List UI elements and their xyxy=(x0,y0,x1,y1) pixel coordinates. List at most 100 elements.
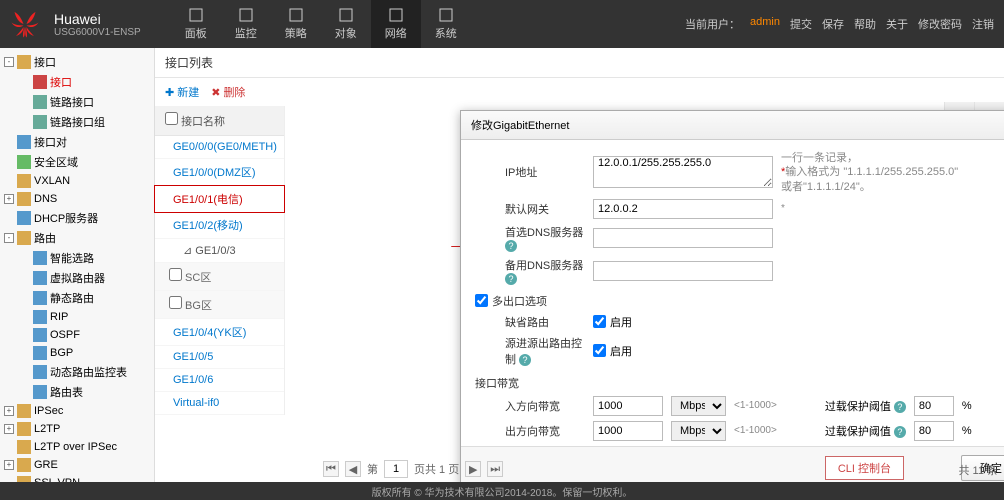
tree-DHCP服务器[interactable]: DHCP服务器 xyxy=(0,208,154,228)
label-dns2: 备用DNS服务器 ? xyxy=(475,257,585,285)
ip-input[interactable]: 12.0.0.1/255.255.255.0 xyxy=(593,156,773,188)
iface-row[interactable]: GE0/0/0(GE0/METH) xyxy=(155,136,284,159)
folder-icon xyxy=(17,174,31,188)
toplink-提交[interactable]: 提交 xyxy=(790,16,812,32)
left-sidebar[interactable]: -接口接口链路接口链路接口组接口对安全区域VXLAN+DNSDHCP服务器-路由… xyxy=(0,48,155,500)
tree-动态路由监控表[interactable]: 动态路由监控表 xyxy=(0,362,154,382)
cli-console-button[interactable]: CLI 控制台 xyxy=(825,456,904,480)
help-icon[interactable]: ? xyxy=(894,401,906,413)
net-icon xyxy=(33,271,47,285)
label-dns1: 首选DNS服务器 ? xyxy=(475,224,585,252)
folder-icon xyxy=(17,192,31,206)
label-in-thresh: 过载保护阈值 ? xyxy=(825,398,906,414)
nav-网络[interactable]: 网络 xyxy=(371,0,421,48)
out-thresh-input[interactable] xyxy=(914,421,954,441)
content-area: 接口列表 ✚ 新建 ✖ 删除 接口名称 GE0/0/0(GE0/METH)GE1… xyxy=(155,48,1004,500)
tree-路由[interactable]: -路由 xyxy=(0,228,154,248)
tree-链路接口[interactable]: 链路接口 xyxy=(0,92,154,112)
label-out-thresh: 过载保护阈值 ? xyxy=(825,423,906,439)
dns2-input[interactable] xyxy=(593,261,773,281)
page-input[interactable] xyxy=(384,460,408,478)
brand-name: Huawei xyxy=(54,11,141,27)
help-icon[interactable]: ? xyxy=(519,354,531,366)
page-prev-icon[interactable]: ◀ xyxy=(345,461,361,477)
page-first-icon[interactable]: ⏮ xyxy=(323,461,339,477)
iface-row[interactable]: GE1/0/4(YK区) xyxy=(155,319,284,346)
iface-row[interactable]: BG区 xyxy=(155,291,284,319)
tree-VXLAN[interactable]: VXLAN xyxy=(0,172,154,190)
label-out-bw: 出方向带宽 xyxy=(475,423,585,439)
tree-L2TP[interactable]: +L2TP xyxy=(0,420,154,438)
folder-icon xyxy=(17,440,31,454)
brand-model: USG6000V1-ENSP xyxy=(54,27,141,38)
pager: ⏮ ◀ 第 页共 1 页 ▶ ⏭ xyxy=(323,460,503,478)
iface-row[interactable]: GE1/0/2(移动) xyxy=(155,212,284,239)
nav-策略[interactable]: 策略 xyxy=(271,0,321,48)
iface-row[interactable]: SC区 xyxy=(155,263,284,291)
nav-对象[interactable]: 对象 xyxy=(321,0,371,48)
label-gateway: 默认网关 xyxy=(475,201,585,217)
tree-安全区域[interactable]: 安全区域 xyxy=(0,152,154,172)
link-icon xyxy=(33,95,47,109)
toplink-保存[interactable]: 保存 xyxy=(822,16,844,32)
toplink-关于[interactable]: 关于 xyxy=(886,16,908,32)
tree-GRE[interactable]: +GRE xyxy=(0,456,154,474)
in-bw-unit[interactable]: Mbps xyxy=(671,396,726,416)
tree-虚拟路由器[interactable]: 虚拟路由器 xyxy=(0,268,154,288)
row-count: 共 11 条 xyxy=(958,462,998,478)
huawei-logo-icon xyxy=(0,0,50,48)
current-user-label: 当前用户： xyxy=(685,16,740,32)
tree-接口[interactable]: 接口 xyxy=(0,72,154,92)
tree-BGP[interactable]: BGP xyxy=(0,344,154,362)
tree-静态路由[interactable]: 静态路由 xyxy=(0,288,154,308)
delete-button[interactable]: ✖ 删除 xyxy=(211,84,245,100)
page-last-icon[interactable]: ⏭ xyxy=(487,461,503,477)
tree-RIP[interactable]: RIP xyxy=(0,308,154,326)
tree-L2TP over IPSec[interactable]: L2TP over IPSec xyxy=(0,438,154,456)
out-bw-input[interactable] xyxy=(593,421,663,441)
out-bw-unit[interactable]: Mbps xyxy=(671,421,726,441)
tree-智能选路[interactable]: 智能选路 xyxy=(0,248,154,268)
ip-hint: 一行一条记录，*输入格式为 "1.1.1.1/255.255.255.0"或者"… xyxy=(781,151,958,194)
default-route-enable[interactable]: 启用 xyxy=(593,314,632,330)
tree-OSPF[interactable]: OSPF xyxy=(0,326,154,344)
in-thresh-input[interactable] xyxy=(914,396,954,416)
help-icon[interactable]: ? xyxy=(894,426,906,438)
help-icon[interactable]: ? xyxy=(505,240,517,252)
iface-row[interactable]: GE1/0/5 xyxy=(155,346,284,369)
bandwidth-section: 接口带宽 xyxy=(475,375,1004,391)
page-next-icon[interactable]: ▶ xyxy=(465,461,481,477)
nav-系统[interactable]: 系统 xyxy=(421,0,471,48)
net-icon xyxy=(33,328,47,342)
tree-链路接口组[interactable]: 链路接口组 xyxy=(0,112,154,132)
multi-exit-checkbox[interactable]: 多出口选项 xyxy=(475,293,547,309)
iface-row[interactable]: GE1/0/0(DMZ区) xyxy=(155,159,284,186)
nav-面板[interactable]: 面板 xyxy=(171,0,221,48)
nav-监控[interactable]: 监控 xyxy=(221,0,271,48)
folder-icon xyxy=(17,404,31,418)
toplink-注销[interactable]: 注销 xyxy=(972,16,994,32)
iface-row[interactable]: Virtual-if0 xyxy=(155,392,284,415)
interface-list: 接口名称 GE0/0/0(GE0/METH)GE1/0/0(DMZ区)GE1/0… xyxy=(155,106,285,415)
new-button[interactable]: ✚ 新建 xyxy=(165,84,199,100)
in-bw-input[interactable] xyxy=(593,396,663,416)
tree-路由表[interactable]: 路由表 xyxy=(0,382,154,402)
iface-row[interactable]: GE1/0/1(电信) xyxy=(154,185,285,213)
src-route-enable[interactable]: 启用 xyxy=(593,343,632,359)
link-icon xyxy=(33,115,47,129)
help-icon[interactable]: ? xyxy=(505,273,517,285)
toplink-帮助[interactable]: 帮助 xyxy=(854,16,876,32)
tree-接口[interactable]: -接口 xyxy=(0,52,154,72)
iface-row[interactable]: GE1/0/6 xyxy=(155,369,284,392)
folder-icon xyxy=(17,422,31,436)
net-icon xyxy=(33,365,47,379)
tree-接口对[interactable]: 接口对 xyxy=(0,132,154,152)
gateway-input[interactable] xyxy=(593,199,773,219)
toplink-修改密码[interactable]: 修改密码 xyxy=(918,16,962,32)
select-all-checkbox[interactable] xyxy=(165,112,178,125)
tree-IPSec[interactable]: +IPSec xyxy=(0,402,154,420)
top-links: 当前用户： admin 提交保存帮助关于修改密码注销 xyxy=(685,16,994,32)
iface-row[interactable]: ⊿ GE1/0/3 xyxy=(155,239,284,263)
tree-DNS[interactable]: +DNS xyxy=(0,190,154,208)
dns1-input[interactable] xyxy=(593,228,773,248)
